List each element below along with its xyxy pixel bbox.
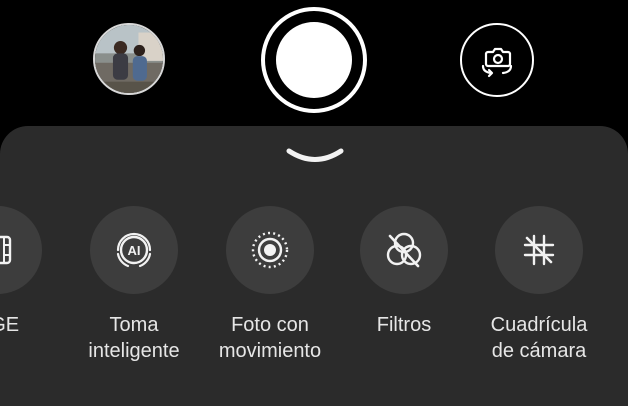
switch-camera-icon — [481, 47, 513, 78]
option-motion-photo[interactable]: Foto con movimiento — [203, 206, 337, 364]
option-partial[interactable]: AGE — [0, 206, 65, 338]
film-icon — [0, 235, 12, 265]
svg-text:AI: AI — [128, 243, 141, 258]
option-label: Toma inteligente — [88, 314, 180, 362]
motion-photo-icon — [251, 231, 289, 269]
option-camera-grid[interactable]: Cuadrícula de cámara — [472, 206, 606, 364]
gallery-thumbnail[interactable] — [93, 23, 165, 95]
filters-icon — [386, 232, 422, 268]
option-circle — [495, 206, 583, 294]
option-label: Cuadrícula de cámara — [490, 314, 588, 362]
shutter-button[interactable] — [261, 7, 367, 113]
ai-icon: AI — [116, 232, 152, 268]
photo-thumbnail-image — [95, 25, 163, 93]
option-label: AGE — [0, 314, 20, 336]
chevron-down-icon[interactable] — [284, 146, 346, 168]
option-filters[interactable]: Filtros — [337, 206, 471, 338]
option-label: Filtros — [376, 314, 432, 336]
grid-icon — [523, 234, 555, 266]
camera-screen: AGE AI Toma inteligente — [0, 0, 628, 406]
option-circle — [360, 206, 448, 294]
more-options-panel: AGE AI Toma inteligente — [0, 126, 628, 406]
option-circle — [226, 206, 314, 294]
shutter-core — [276, 22, 352, 98]
option-smart-shot[interactable]: AI Toma inteligente — [67, 206, 201, 364]
option-circle: AI — [90, 206, 178, 294]
switch-camera-button[interactable] — [460, 23, 534, 97]
option-circle — [0, 206, 42, 294]
option-label: Foto con movimiento — [218, 314, 322, 362]
